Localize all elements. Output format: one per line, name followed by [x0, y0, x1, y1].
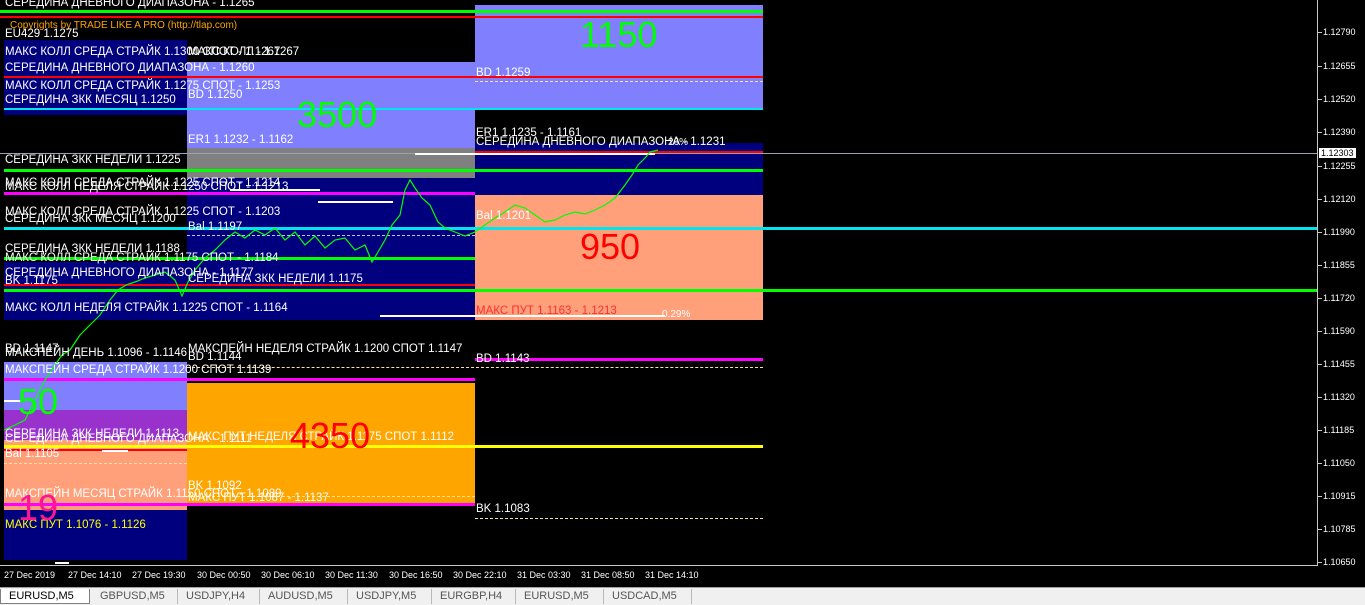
- level-label: СЕРЕДИНА ЗКК НЕДЕЛИ 1.1175: [188, 273, 363, 285]
- level-label: Bal 1.1197: [188, 221, 243, 233]
- level-label: СЕРЕДИНА ДНЕВНОГО ДИАПАЗОНА - 1.1231: [476, 136, 726, 148]
- price-tick: 1.11320: [1318, 392, 1355, 402]
- price-tick: 1.11855: [1318, 260, 1355, 270]
- tab-audusd-m5[interactable]: AUDUSD,M5: [260, 589, 348, 604]
- time-tick: 30 Dec 16:50: [389, 570, 443, 580]
- price-tick: 1.12790: [1318, 27, 1356, 37]
- level-label: BD 1.1250: [188, 89, 243, 101]
- volume-number: 4350: [290, 415, 371, 456]
- time-tick: 31 Dec 03:30: [517, 570, 571, 580]
- level-label: МАКСПЕЙН ДЕНЬ 1.1096 - 1.1146: [5, 347, 188, 359]
- level-label: BD 1.1143: [476, 353, 530, 365]
- tab-gbpusd-m5[interactable]: GBPUSD,M5: [92, 589, 178, 604]
- level-label: BK 1.1175: [5, 275, 58, 287]
- price-tick: 1.11185: [1317, 425, 1355, 435]
- price-tick: 1.11720: [1318, 293, 1355, 303]
- chart-area[interactable]: СЕРЕДИНА ДНЕВНОГО ДИАПАЗОНА - 1.1265 Cop…: [0, 0, 1318, 566]
- price-tick: 1.11590: [1318, 326, 1355, 336]
- tab-eurusd-m5[interactable]: EURUSD,M5: [0, 589, 90, 604]
- level-label: МАКС ПУТ 1.1087 - 1.1137: [188, 492, 329, 504]
- volume-number: 3500: [297, 94, 378, 135]
- chart-tab-bar: EURUSD,M5 GBPUSD,M5 USDJPY,H4 AUDUSD,M5 …: [0, 587, 1365, 605]
- level-label: МАКС КОЛЛ - 1.1267: [188, 46, 300, 58]
- time-tick: 30 Dec 06:10: [261, 570, 315, 580]
- level-label: ER1 1.1232 - 1.1162: [188, 134, 294, 146]
- price-tick: 1.10915: [1318, 491, 1356, 501]
- level-label: МАКС КОЛЛ СРЕДА СТРАЙК 1.1175 СПОТ - 1.1…: [5, 252, 279, 264]
- tab-eurusd-m5-2[interactable]: EURUSD,M5: [516, 589, 604, 604]
- level-label: СЕРЕДИНА ЗКК МЕСЯЦ 1.1250: [5, 94, 176, 106]
- level-label: BK 1.1083: [476, 503, 530, 515]
- time-tick: 27 Dec 2019: [4, 570, 56, 580]
- level-label: EU429 1.1275: [5, 28, 79, 40]
- volume-number: 1150: [580, 14, 658, 55]
- price-tick: 1.12390: [1318, 127, 1356, 137]
- price-tick: 1.12655: [1318, 61, 1356, 71]
- level-label: МАКС КОЛЛ НЕДЕЛЯ СТРАЙК 1.1225 СПОТ - 1.…: [5, 302, 288, 314]
- level-label: 26%: [668, 137, 689, 148]
- time-tick: 31 Dec 08:50: [581, 570, 635, 580]
- volume-number: 950: [580, 226, 641, 267]
- level-label: СЕРЕДИНА ДНЕВНОГО ДИАПАЗОНА - 1.1260: [5, 62, 255, 74]
- price-tick: 1.11050: [1318, 458, 1355, 468]
- level-label: BD 1.1144: [188, 351, 242, 363]
- level-label: МАКС КОЛЛ НЕДЕЛЯ СТРАЙК 1.1250 СПОТ - 1.…: [5, 181, 289, 193]
- price-tick: 1.10785: [1318, 524, 1356, 534]
- tab-usdjpy-m5[interactable]: USDJPY,M5: [348, 589, 432, 604]
- price-tick: 1.10650: [1318, 557, 1356, 567]
- price-tick: 1.12520: [1318, 94, 1356, 104]
- level-label: МАКСПЕЙН СРЕДА СТРАЙК 1.1200 СПОТ 1.1139: [5, 364, 272, 376]
- level-label: Bal 1.1105: [5, 448, 60, 460]
- time-tick: 30 Dec 22:10: [453, 570, 507, 580]
- time-tick: 30 Dec 00:50: [197, 570, 251, 580]
- current-price-badge: 1.12303: [1319, 148, 1356, 158]
- tab-usdcad-m5[interactable]: USDCAD,M5: [604, 589, 692, 604]
- price-tick: 1.12255: [1318, 161, 1356, 171]
- tab-eurgbp-h4[interactable]: EURGBP,H4: [432, 589, 516, 604]
- time-axis[interactable]: 27 Dec 2019 27 Dec 14:10 27 Dec 19:30 30…: [0, 566, 1318, 583]
- level-label: Bal 1.1201: [476, 210, 531, 222]
- time-tick: 30 Dec 11:30: [325, 570, 378, 580]
- time-tick: 27 Dec 19:30: [132, 570, 186, 580]
- level-label: МАКС ПУТ 1.1163 - 1.1213: [476, 305, 617, 317]
- volume-number: 19: [18, 487, 59, 528]
- price-tick: 1.12120: [1318, 194, 1356, 204]
- level-label: СЕРЕДИНА ЗКК МЕСЯЦ 1.1200: [5, 213, 176, 225]
- level-label: СЕРЕДИНА ЗКК НЕДЕЛИ 1.1225: [5, 154, 181, 166]
- price-axis[interactable]: 1.12790 1.12655 1.12520 1.12390 1.12255 …: [1317, 0, 1365, 567]
- time-tick: 27 Dec 14:10: [68, 570, 122, 580]
- time-tick: 31 Dec 14:10: [645, 570, 699, 580]
- level-label: 0.29%: [662, 309, 691, 320]
- price-tick: 1.11455: [1318, 359, 1355, 369]
- top-cut-label: СЕРЕДИНА ДНЕВНОГО ДИАПАЗОНА - 1.1265: [5, 0, 255, 9]
- level-label: BD 1.1259: [476, 67, 531, 79]
- volume-number: 50: [18, 381, 59, 422]
- price-tick: 1.11990: [1318, 227, 1355, 237]
- tab-usdjpy-h4[interactable]: USDJPY,H4: [178, 589, 260, 604]
